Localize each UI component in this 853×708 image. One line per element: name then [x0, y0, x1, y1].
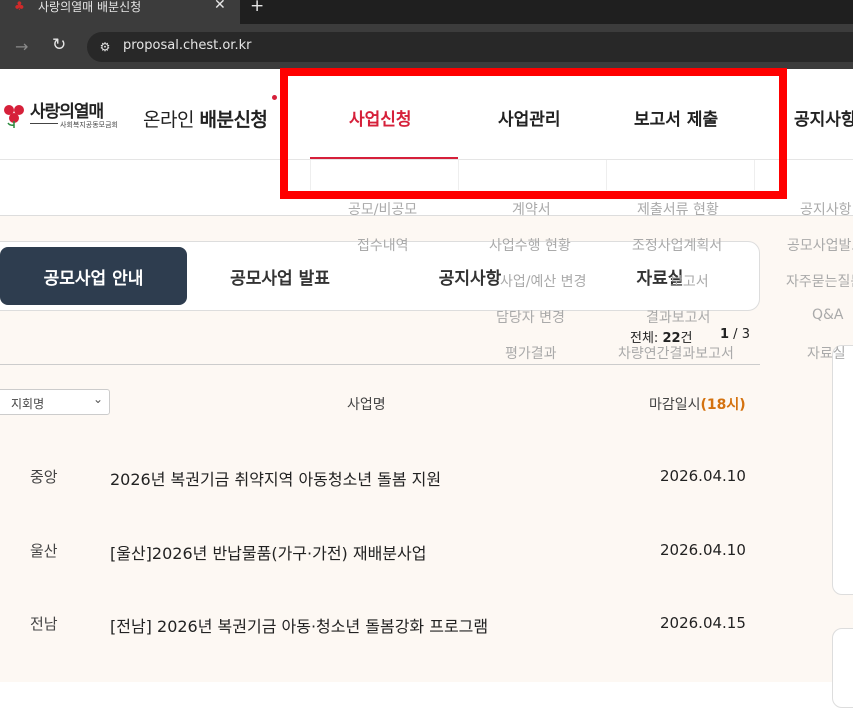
- site-settings-icon[interactable]: ⚙: [97, 39, 113, 55]
- service-title-bold: 배분신청: [199, 109, 268, 131]
- submenu-item[interactable]: 자주묻는질문: [786, 271, 853, 291]
- submenu-item[interactable]: 사업/예산 변경: [500, 271, 586, 291]
- submenu-item[interactable]: 자료실: [807, 343, 846, 363]
- logo[interactable]: 사랑의열매 사회복지공동모금회: [0, 99, 130, 131]
- deadline-label: 마감일시: [649, 397, 701, 413]
- nav-apply[interactable]: 사업신청: [349, 105, 412, 130]
- page-current: 1: [720, 327, 730, 342]
- submenu-item[interactable]: 결과보고서: [646, 307, 710, 327]
- browser-tab-title: 사랑의열매 배분신청: [38, 0, 142, 14]
- forward-arrow-icon[interactable]: →: [15, 37, 28, 56]
- side-card: [832, 345, 853, 595]
- submenu-item[interactable]: 평가결과: [505, 343, 557, 363]
- close-tab-icon[interactable]: ✕: [214, 0, 226, 13]
- nav-active-underline: [310, 157, 458, 159]
- menu-divider: [754, 160, 755, 190]
- row-title-link[interactable]: [울산]2026년 반납물품(가구·가전) 재배분사업: [110, 540, 426, 564]
- page-separator: /: [729, 327, 742, 342]
- menu-divider: [310, 160, 311, 190]
- region-filter-select[interactable]: 지회명 ⌄: [0, 389, 110, 415]
- row-title-link[interactable]: 2026년 복권기금 취약지역 아동청소년 돌봄 지원: [110, 466, 441, 490]
- total-count: 전체: 22건: [630, 327, 693, 346]
- submenu-item[interactable]: 담당자 변경: [496, 307, 565, 327]
- count-unit: 건: [680, 331, 693, 346]
- side-card: [832, 628, 853, 708]
- submenu-item[interactable]: 보고서: [670, 271, 709, 291]
- mega-menu: [0, 160, 853, 216]
- page-indicator: 1 / 3: [720, 327, 750, 342]
- logo-subline: [30, 123, 58, 124]
- row-region: 중앙: [30, 468, 58, 486]
- service-title-prefix: 온라인: [143, 109, 200, 131]
- submenu-item[interactable]: Q&A: [812, 307, 844, 323]
- column-header-deadline: 마감일시(18시): [649, 394, 746, 414]
- row-region: 울산: [30, 542, 58, 560]
- row-region: 전남: [30, 615, 58, 633]
- submenu-item[interactable]: 조정사업계획서: [632, 235, 722, 255]
- browser-tab[interactable]: ♣ 사랑의열매 배분신청 ✕: [0, 0, 240, 24]
- favicon-icon: ♣: [14, 0, 25, 13]
- logo-brand-text: 사랑의열매: [30, 102, 104, 122]
- love-fruit-logo-icon: [4, 105, 24, 128]
- reload-icon[interactable]: ↻: [52, 35, 66, 55]
- tab-resources[interactable]: 자료실: [570, 247, 750, 305]
- row-date: 2026.04.15: [660, 614, 746, 632]
- row-title-link[interactable]: [전남] 2026년 복권기금 아동·청소년 돌봄강화 프로그램: [110, 613, 488, 637]
- submenu-item[interactable]: 공모사업발표: [787, 235, 853, 255]
- submenu-item[interactable]: 계약서: [512, 199, 551, 219]
- submenu-item[interactable]: 사업수행 현황: [489, 235, 571, 255]
- count-label: 전체:: [630, 331, 659, 346]
- service-title: 온라인 배분신청: [143, 105, 268, 132]
- region-filter-value: 지회명: [11, 397, 45, 411]
- logo-sub-text: 사회복지공동모금회: [60, 121, 118, 129]
- menu-divider: [458, 160, 459, 190]
- nav-notice[interactable]: 공지사항: [794, 105, 853, 130]
- submenu-item[interactable]: 공모/비공모: [348, 199, 417, 219]
- browser-toolbar: → ↻ ⚙ proposal.chest.or.kr: [0, 24, 853, 69]
- count-value: 22: [662, 331, 681, 346]
- submenu-item[interactable]: 차량연간결과보고서: [618, 343, 734, 363]
- tab-contest-info[interactable]: 공모사업 안내: [0, 247, 187, 305]
- submenu-item[interactable]: 제출서류 현황: [637, 199, 719, 219]
- nav-report[interactable]: 보고서 제출: [634, 105, 718, 130]
- submenu-item[interactable]: 접수내역: [357, 235, 409, 255]
- deadline-hour: (18시): [700, 397, 746, 413]
- nav-manage[interactable]: 사업관리: [498, 105, 561, 130]
- column-header-title: 사업명: [347, 397, 386, 413]
- address-bar[interactable]: ⚙ proposal.chest.or.kr: [87, 32, 853, 62]
- url-text: proposal.chest.or.kr: [123, 38, 252, 53]
- tab-contest-result[interactable]: 공모사업 발표: [190, 247, 370, 305]
- service-dot: [272, 95, 277, 100]
- submenu-item[interactable]: 공지사항: [800, 199, 852, 219]
- site-header: 사랑의열매 사회복지공동모금회 온라인 배분신청 사업신청 사업관리 보고서 제…: [0, 69, 853, 160]
- page-total: 3: [741, 327, 750, 342]
- row-date: 2026.04.10: [660, 541, 746, 559]
- row-date: 2026.04.10: [660, 467, 746, 485]
- chevron-down-icon: ⌄: [93, 392, 104, 406]
- browser-tab-bar: ♣ 사랑의열매 배분신청 ✕ +: [0, 0, 853, 24]
- new-tab-icon[interactable]: +: [250, 0, 264, 16]
- list-top-border: [0, 364, 760, 365]
- menu-divider: [606, 160, 607, 190]
